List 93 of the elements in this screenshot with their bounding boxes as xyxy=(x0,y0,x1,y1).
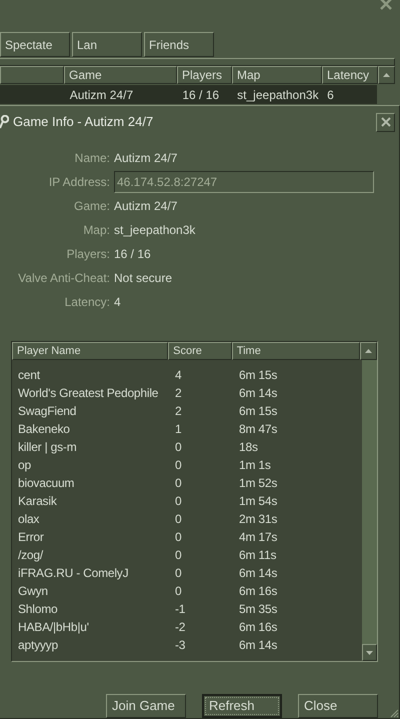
player-cell-text: killer | gs-m xyxy=(17,439,78,456)
tab[interactable]: Friends xyxy=(144,32,214,57)
player-cell-text: 6m 14s xyxy=(238,385,278,402)
player-cell-text: Error xyxy=(17,529,45,546)
key-icon xyxy=(0,115,9,129)
player-cell-text: /zog/ xyxy=(17,547,44,564)
player-cell-text: 1m 54s xyxy=(238,493,278,510)
close-icon[interactable] xyxy=(380,0,392,10)
player-cell-text: 2 xyxy=(174,403,182,420)
ip-address-field[interactable]: 46.174.52.8:27247 xyxy=(114,171,374,193)
player-cell-text: -2 xyxy=(174,619,186,636)
player-cell-text: olax xyxy=(17,511,40,528)
field-label: Latency: xyxy=(64,294,110,311)
server-cell-text: 16 / 16 xyxy=(181,86,220,104)
player-cell-text: 18s xyxy=(238,439,259,456)
column-header[interactable]: Game xyxy=(64,66,177,84)
up-arrow-icon xyxy=(383,73,390,77)
player-cell-text: -1 xyxy=(174,601,186,618)
player-cell-text: 2m 31s xyxy=(238,511,278,528)
scrollbar[interactable] xyxy=(362,360,377,661)
scroll-down-button[interactable] xyxy=(362,644,377,661)
scroll-up-button[interactable] xyxy=(360,342,377,360)
close-button[interactable] xyxy=(376,112,395,132)
scroll-up-button[interactable] xyxy=(378,66,395,84)
player-cell-text: 8m 47s xyxy=(238,421,278,438)
up-arrow-icon xyxy=(365,349,372,353)
field-label: Valve Anti-Cheat: xyxy=(17,270,110,287)
player-cell-text: 0 xyxy=(174,475,182,492)
column-header[interactable]: Score xyxy=(168,342,232,360)
player-cell-text: Gwyn xyxy=(17,583,49,600)
player-cell-text: 0 xyxy=(174,493,182,510)
player-cell-text: Shlomo xyxy=(17,601,58,618)
field-label: Game: xyxy=(72,198,110,215)
player-cell-text: 6m 15s xyxy=(238,367,278,384)
field-value: Autizm 24/7 xyxy=(114,198,178,215)
player-cell-text: Bakeneko xyxy=(17,421,71,438)
server-cell-text: 6 xyxy=(326,86,335,104)
player-cell-text: 6m 16s xyxy=(238,583,278,600)
player-cell-text: 0 xyxy=(174,529,182,546)
player-cell-text: 0 xyxy=(174,583,182,600)
player-cell-text: SwagFiend xyxy=(17,403,78,420)
player-cell-text: World's Greatest Pedophile xyxy=(17,385,160,402)
player-cell-text: aptyyyp xyxy=(17,637,59,654)
server-row[interactable]: Autizm 24/7 16 / 16 st_jeepathon3k 6 xyxy=(0,85,377,104)
player-cell-text: 0 xyxy=(174,439,182,456)
field-label: Map: xyxy=(82,222,110,239)
column-header[interactable]: Player Name xyxy=(12,342,168,360)
column-header[interactable] xyxy=(0,66,64,84)
tab[interactable]: Spectate xyxy=(0,32,70,57)
player-cell-text: 6m 14s xyxy=(238,565,278,582)
dialog-button[interactable]: Close xyxy=(298,694,378,718)
field-value: st_jeepathon3k xyxy=(114,222,196,239)
player-cell-text: 0 xyxy=(174,565,182,582)
player-cell-text: 0 xyxy=(174,547,182,564)
dialog-title: Game Info - Autizm 24/7 xyxy=(13,113,154,132)
player-cell-text: 0 xyxy=(174,457,182,474)
player-cell-text: iFRAG.RU - ComelyJ xyxy=(17,565,130,582)
column-header[interactable]: Players xyxy=(177,66,232,84)
player-cell-text: 1 xyxy=(174,421,182,438)
player-cell-text: 6m 14s xyxy=(238,637,278,654)
player-cell-text: 6m 16s xyxy=(238,619,278,636)
server-cell-text: Autizm 24/7 xyxy=(68,86,134,104)
field-value: Autizm 24/7 xyxy=(114,150,178,167)
player-cell-text: 1m 52s xyxy=(238,475,278,492)
player-cell-text: HABA/|bHb|u' xyxy=(17,619,90,636)
down-arrow-icon xyxy=(366,650,373,654)
dialog-button[interactable]: Refresh xyxy=(202,694,282,718)
player-cell-text: 1m 1s xyxy=(238,457,272,474)
dialog-button[interactable]: Join Game xyxy=(106,694,186,718)
player-cell-text: cent xyxy=(17,367,41,384)
player-cell-text: biovacuum xyxy=(17,475,76,492)
player-cell-text: 4m 17s xyxy=(238,529,278,546)
field-label: IP Address: xyxy=(48,174,110,191)
column-header[interactable]: Map xyxy=(232,66,322,84)
field-value: 16 / 16 xyxy=(114,246,151,263)
player-cell-text: 0 xyxy=(174,511,182,528)
player-cell-text: 4 xyxy=(174,367,182,384)
player-cell-text: 5m 35s xyxy=(238,601,278,618)
close-icon xyxy=(380,117,390,127)
server-cell-text: st_jeepathon3k xyxy=(236,86,320,104)
player-cell-text: -3 xyxy=(174,637,186,654)
column-header[interactable]: Latency xyxy=(322,66,378,84)
player-cell-text: 2 xyxy=(174,385,182,402)
field-value: Not secure xyxy=(114,270,172,287)
player-cell-text: op xyxy=(17,457,32,474)
column-header[interactable]: Time xyxy=(232,342,360,360)
field-label: Players: xyxy=(66,246,110,263)
tab[interactable]: Lan xyxy=(72,32,142,57)
field-value: 4 xyxy=(114,294,121,311)
player-cell-text: 6m 11s xyxy=(238,547,278,564)
player-cell-text: 6m 15s xyxy=(238,403,278,420)
player-cell-text: Karasik xyxy=(17,493,58,510)
field-label: Name: xyxy=(74,150,110,167)
